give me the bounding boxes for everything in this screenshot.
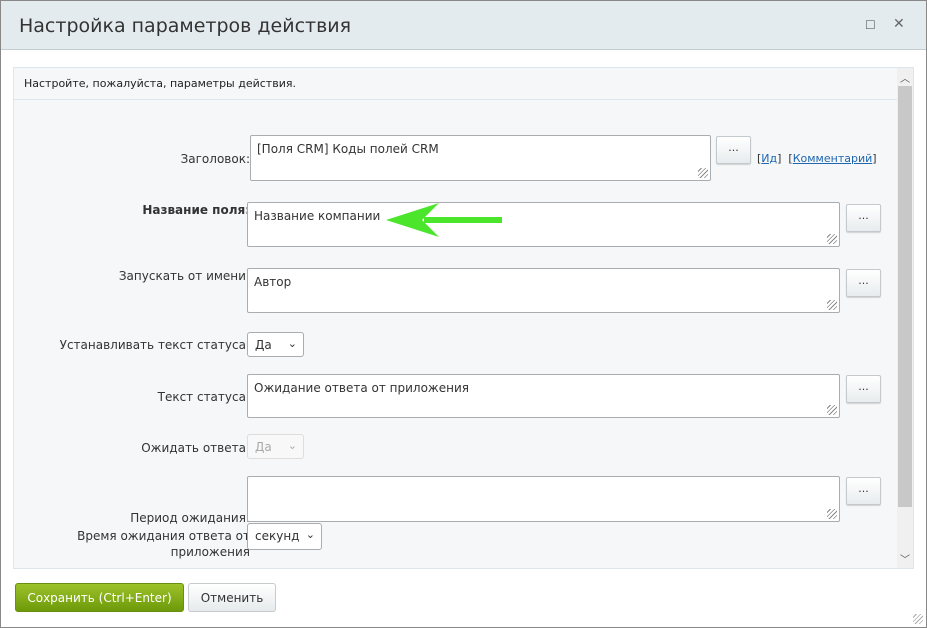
set-status-select[interactable]: Да ⌄ — [247, 332, 304, 357]
wait-time-unit-value: секунд — [255, 529, 300, 543]
wait-response-value: Да — [255, 440, 272, 454]
save-button[interactable]: Сохранить (Ctrl+Enter) — [15, 583, 184, 612]
title-input[interactable]: [Поля CRM] Коды полей CRM — [250, 135, 711, 181]
close-icon[interactable]: ✕ — [893, 16, 905, 32]
wait-period-input[interactable] — [247, 476, 840, 522]
run-as-value: Автор — [254, 275, 292, 289]
status-text-label: Текст статуса: — [157, 390, 250, 404]
wait-period-insert-button[interactable]: ... — [846, 477, 881, 505]
wait-time-label-line2: приложения — [170, 545, 250, 559]
status-text-input[interactable]: Ожидание ответа от приложения — [247, 374, 840, 418]
field-name-input[interactable]: Название компании — [247, 202, 840, 247]
cancel-button[interactable]: Отменить — [188, 583, 276, 612]
wait-response-select: Да ⌄ — [247, 434, 304, 459]
scrollbar[interactable]: ︿ ﹀ — [897, 68, 913, 568]
title-value: [Поля CRM] Коды полей CRM — [257, 142, 439, 156]
field-name-insert-button[interactable]: ... — [846, 204, 881, 232]
id-link[interactable]: Ид — [761, 152, 777, 165]
wait-time-label-line1: Время ожидания ответа от — [77, 529, 250, 543]
chevron-down-icon: ⌄ — [305, 528, 315, 541]
field-name-label: Название поля: — [142, 203, 250, 217]
dialog: Настройка параметров действия ☐ ✕ Настро… — [0, 0, 927, 628]
run-as-input[interactable]: Автор — [247, 268, 840, 313]
set-status-value: Да — [255, 338, 272, 352]
comment-link[interactable]: Комментарий — [793, 152, 873, 165]
green-arrow-icon — [386, 203, 502, 237]
intro-text: Настройте, пожалуйста, параметры действи… — [24, 77, 296, 90]
title-insert-button[interactable]: ... — [716, 136, 751, 164]
intro-row: Настройте, пожалуйста, параметры действи… — [14, 68, 897, 100]
wait-period-label: Период ожидания: — [130, 511, 250, 525]
field-name-value: Название компании — [254, 209, 381, 223]
wait-time-unit-select[interactable]: секунд ⌄ — [247, 523, 322, 550]
chevron-down-icon: ⌄ — [287, 439, 297, 452]
title-label: Заголовок: — [180, 152, 250, 166]
dialog-header: Настройка параметров действия ☐ ✕ — [1, 1, 926, 50]
maximize-icon[interactable]: ☐ — [865, 18, 876, 32]
run-as-insert-button[interactable]: ... — [846, 269, 881, 297]
run-as-label: Запускать от имени: — [118, 269, 250, 283]
status-text-value: Ожидание ответа от приложения — [254, 381, 469, 395]
scrollbar-thumb[interactable] — [898, 86, 912, 507]
scroll-up-icon[interactable]: ︿ — [900, 70, 910, 85]
dialog-title: Настройка параметров действия — [19, 15, 352, 37]
status-text-insert-button[interactable]: ... — [846, 375, 881, 403]
resize-handle[interactable] — [913, 614, 923, 624]
chevron-down-icon: ⌄ — [287, 337, 297, 350]
scroll-down-icon[interactable]: ﹀ — [900, 551, 910, 566]
set-status-label: Устанавливать текст статуса: — [59, 338, 250, 352]
wait-response-label: Ожидать ответа: — [141, 441, 250, 455]
